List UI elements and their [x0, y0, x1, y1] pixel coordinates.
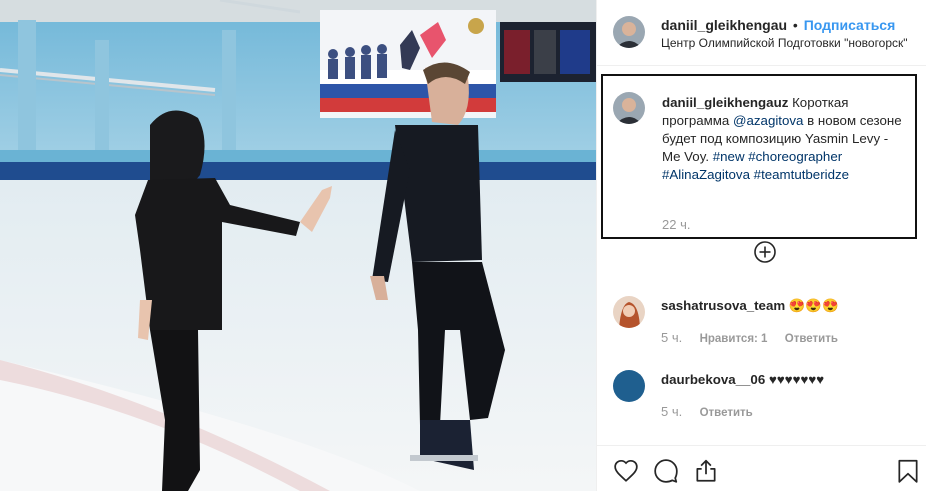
bookmark-icon[interactable] [895, 458, 921, 484]
comment-username[interactable]: sashatrusova_team [661, 298, 785, 313]
comment-timestamp[interactable]: 5 ч. [661, 404, 682, 419]
comment-username[interactable]: daurbekova__06 [661, 372, 765, 387]
caption-box: daniil_gleikhengauz Короткая программа @… [601, 74, 917, 239]
post-location[interactable]: Центр Олимпийской Подготовки "новогорск" [661, 36, 908, 50]
comment-likes-button[interactable]: Нравится: 1 [700, 333, 768, 345]
caption-username[interactable]: daniil_gleikhengauz [662, 95, 788, 110]
caption-timestamp[interactable]: 22 ч. [662, 217, 690, 232]
hashtag-link[interactable]: #AlinaZagitova [662, 167, 750, 182]
author-avatar[interactable] [613, 16, 645, 48]
hashtag-link[interactable]: #teamtutberidze [754, 167, 849, 182]
author-username[interactable]: daniil_gleikhengau [661, 17, 787, 33]
share-icon[interactable] [693, 458, 719, 484]
instagram-post-view: daniil_gleikhengau • Подписаться Центр О… [0, 0, 926, 491]
post-header: daniil_gleikhengau • Подписаться Центр О… [597, 0, 926, 66]
comment-timestamp[interactable]: 5 ч. [661, 330, 682, 345]
commenter-avatar[interactable] [613, 296, 645, 328]
header-separator: • [792, 17, 798, 33]
commenter-avatar[interactable] [613, 370, 645, 402]
heart-icon[interactable] [613, 458, 639, 484]
comment-bubble-icon[interactable] [653, 458, 679, 484]
follow-button[interactable]: Подписаться [804, 17, 896, 33]
hashtag-link[interactable]: #new [713, 149, 745, 164]
comment-text: 😍😍😍 [788, 298, 839, 313]
plus-circle-icon[interactable] [753, 240, 777, 264]
post-actions-bar [597, 445, 926, 491]
comment-item: sashatrusova_team 😍😍😍 5 ч. Нравится: 1 О… [597, 294, 926, 360]
caption-text: daniil_gleikhengauz Короткая программа @… [662, 94, 902, 184]
reply-button[interactable]: Ответить [700, 407, 753, 419]
skating-rink-photo [0, 0, 596, 491]
hashtag-link[interactable]: #choreographer [748, 149, 842, 164]
comment-text: ♥♥♥♥♥♥♥ [768, 372, 825, 387]
post-side-panel: daniil_gleikhengau • Подписаться Центр О… [596, 0, 926, 491]
reply-button[interactable]: Ответить [785, 333, 838, 345]
comment-item: daurbekova__06 ♥♥♥♥♥♥♥ 5 ч. Ответить [597, 368, 926, 434]
post-photo[interactable] [0, 0, 596, 491]
caption-author-avatar[interactable] [613, 92, 645, 124]
caption-mention[interactable]: @azagitova [733, 113, 803, 128]
